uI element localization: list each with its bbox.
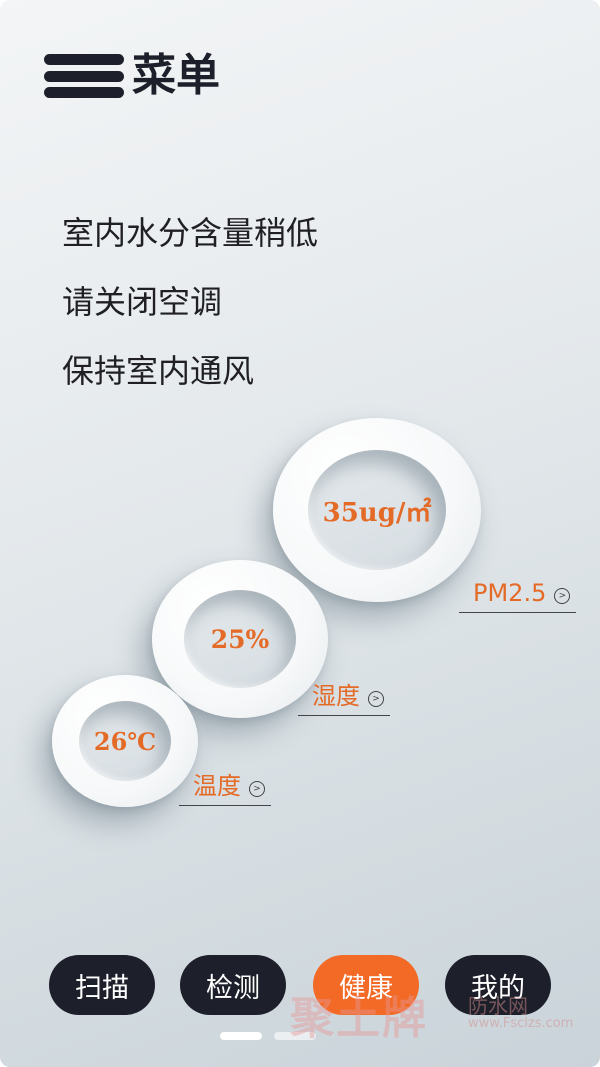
temperature-value: 26℃ <box>93 726 157 756</box>
pm25-ring-hole: 35ug/㎡ <box>308 450 446 570</box>
watermark-sub: 防水网 <box>468 994 528 1018</box>
message-line-1: 室内水分含量稍低 <box>62 214 319 252</box>
humidity-detail-link[interactable]: 湿度 > <box>298 681 390 716</box>
hamburger-icon[interactable] <box>44 54 124 98</box>
page-indicator-1 <box>220 1032 262 1040</box>
humidity-label: 湿度 <box>312 682 360 710</box>
temperature-label: 温度 <box>193 772 241 800</box>
screen: 菜单 室内水分含量稍低 请关闭空调 保持室内通风 35ug/㎡ 25% 26℃ … <box>0 0 600 1067</box>
chevron-right-icon: > <box>554 588 571 604</box>
watermark-url: www.Fsclzs.com <box>468 1016 574 1031</box>
pm25-ring: 35ug/㎡ <box>273 418 481 602</box>
pm25-value: 35ug/㎡ <box>322 497 432 528</box>
humidity-value: 25% <box>210 624 270 654</box>
humidity-ring-hole: 25% <box>184 590 296 688</box>
nav-scan-button[interactable]: 扫描 <box>49 955 155 1015</box>
temperature-ring-hole: 26℃ <box>79 701 171 781</box>
watermark-main: 聚土牌 <box>290 993 428 1044</box>
menu-title[interactable]: 菜单 <box>132 52 220 100</box>
pm25-label: PM2.5 <box>473 579 547 607</box>
message-line-3: 保持室内通风 <box>62 352 255 390</box>
temperature-detail-link[interactable]: 温度 > <box>179 771 271 806</box>
header: 菜单 <box>44 52 220 100</box>
chevron-right-icon: > <box>249 781 265 797</box>
temperature-ring: 26℃ <box>52 675 198 807</box>
message-line-2: 请关闭空调 <box>62 283 223 321</box>
pm25-detail-link[interactable]: PM2.5 > <box>459 578 577 613</box>
chevron-right-icon: > <box>368 691 384 707</box>
watermark: 聚土牌 防水网 www.Fsclzs.com <box>290 982 590 1044</box>
nav-detect-button[interactable]: 检测 <box>180 955 286 1015</box>
